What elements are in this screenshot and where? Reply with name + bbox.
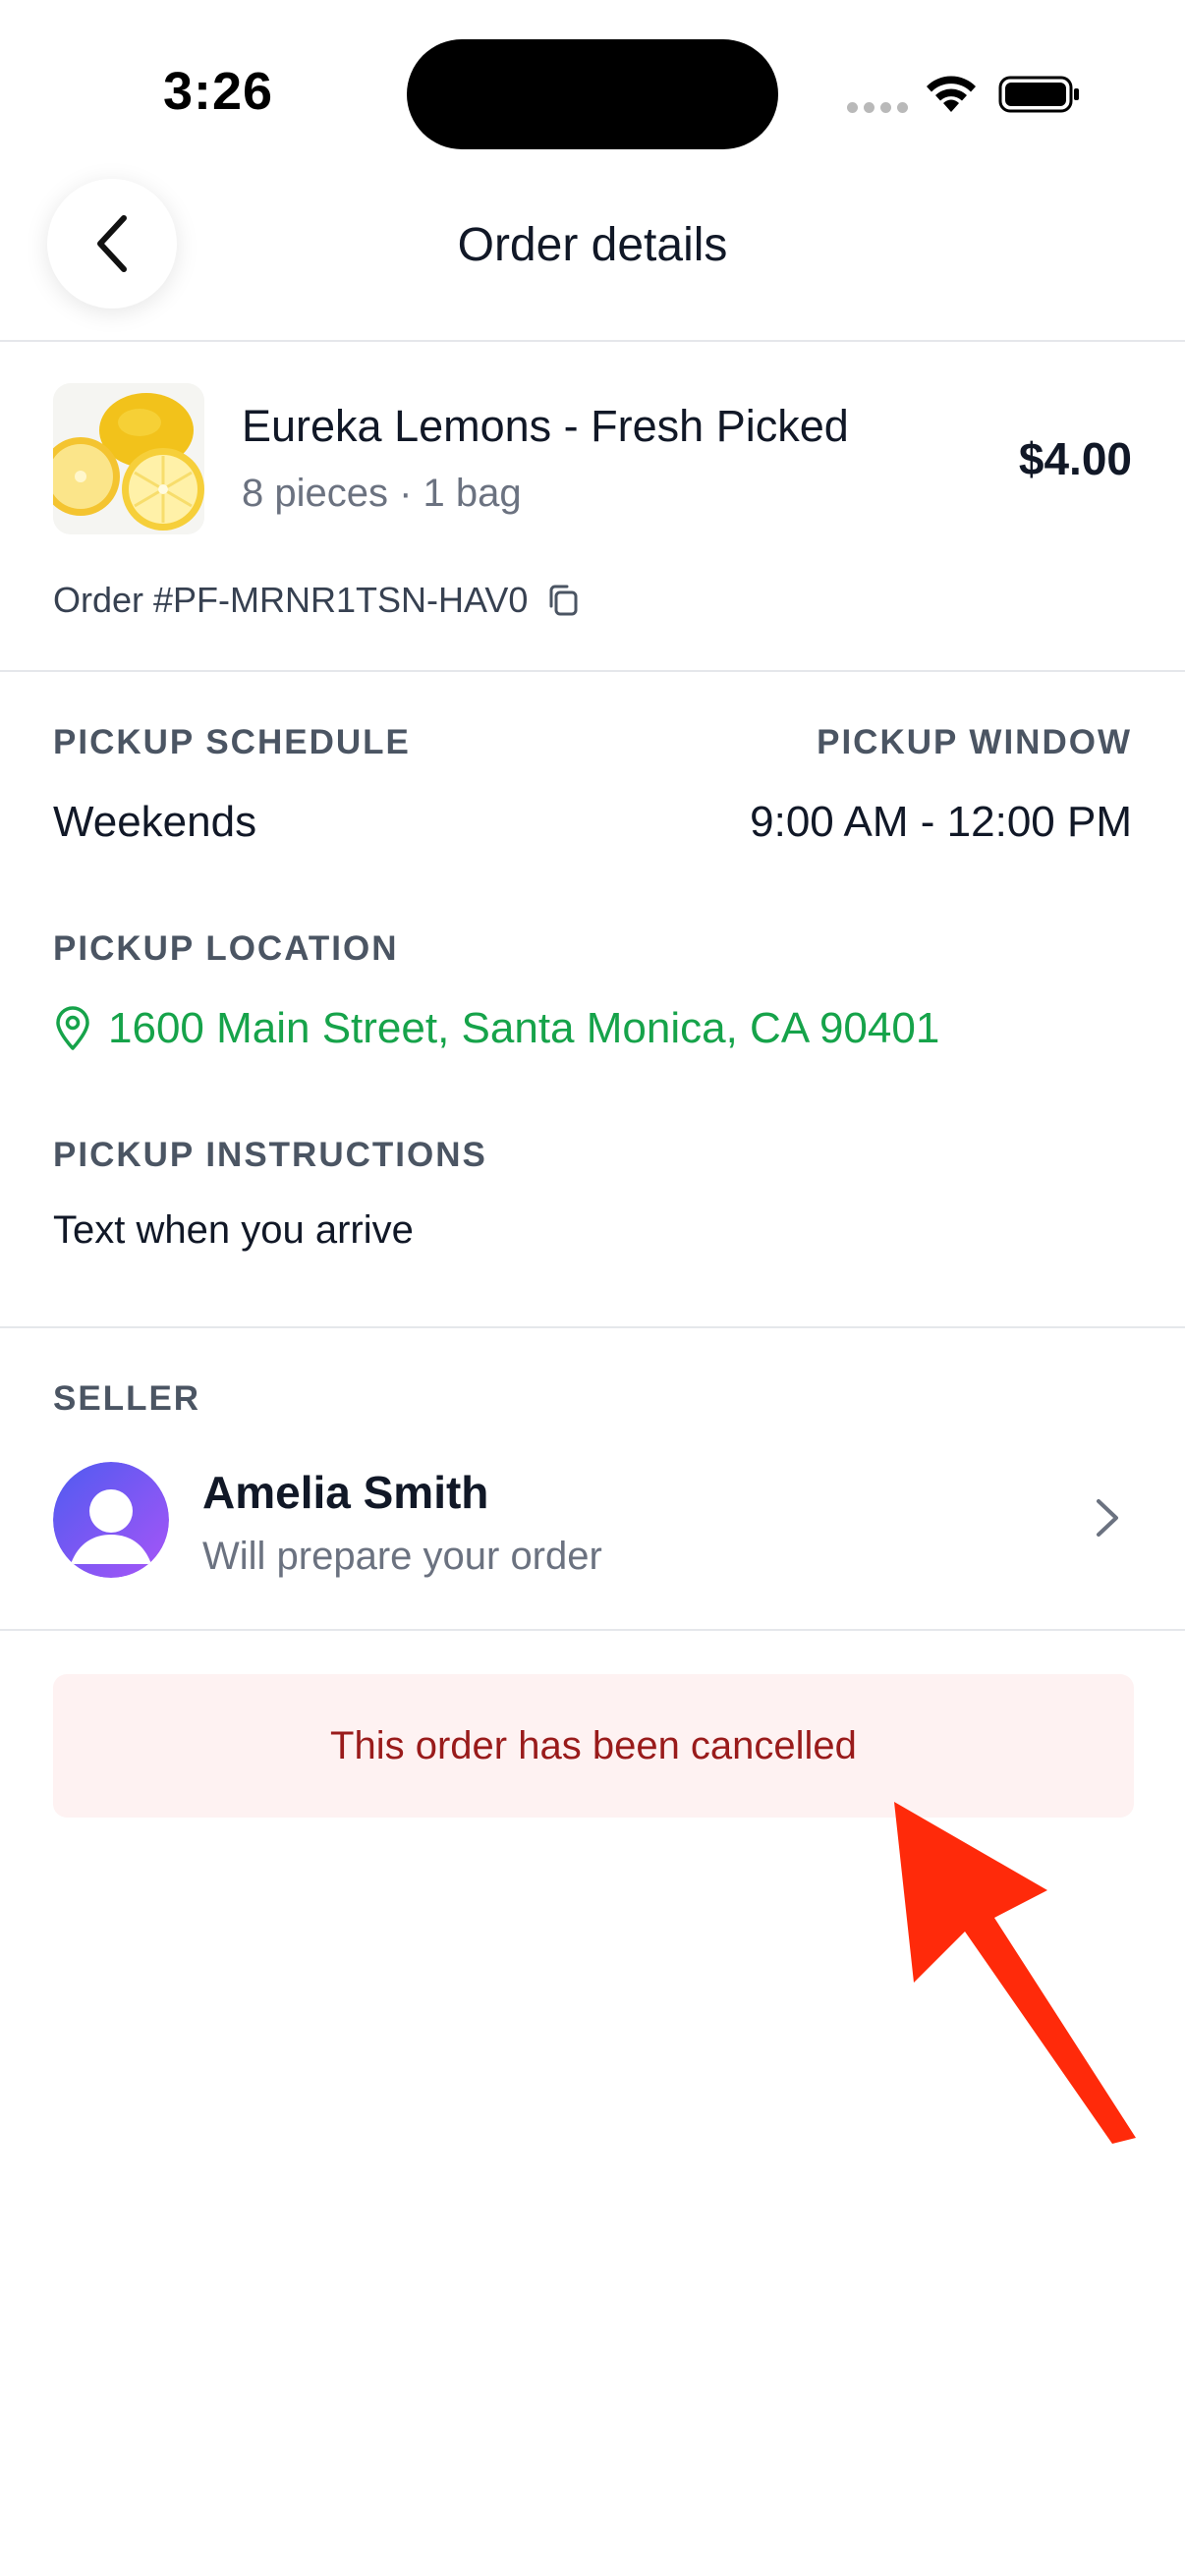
product-name: Eureka Lemons - Fresh Picked [242, 401, 849, 451]
page-title: Order details [457, 219, 728, 271]
dynamic-island [407, 39, 778, 149]
seller-row[interactable]: SELLER Amelia Smith Will prepare your or… [0, 1328, 1185, 1631]
pickup-window-label: PICKUP WINDOW [817, 723, 1132, 761]
copy-icon[interactable] [543, 581, 583, 620]
status-bar: 3:26 [0, 0, 1185, 177]
pickup-instructions-label: PICKUP INSTRUCTIONS [53, 1136, 487, 1174]
chevron-right-icon [1097, 1499, 1118, 1537]
status-time: 3:26 [163, 62, 274, 121]
cellular-signal-icon [847, 102, 908, 113]
seller-label: SELLER [53, 1379, 201, 1418]
order-details-screen: 3:26 Order details Eureka Lemons - Fresh… [0, 0, 1185, 2576]
pickup-location-link[interactable]: 1600 Main Street, Santa Monica, CA 90401 [53, 1004, 939, 1053]
pickup-schedule-value: Weekends [53, 798, 257, 846]
pickup-location-value[interactable]: 1600 Main Street, Santa Monica, CA 90401 [108, 1004, 939, 1053]
seller-name: Amelia Smith [202, 1467, 489, 1518]
map-pin-icon [56, 1006, 89, 1050]
pickup-location-label: PICKUP LOCATION [53, 929, 399, 968]
battery-icon [998, 76, 1079, 113]
pickup-schedule-label: PICKUP SCHEDULE [53, 723, 411, 761]
wifi-icon [927, 76, 976, 112]
avatar [53, 1462, 169, 1578]
order-number-row: Order #PF-MRNR1TSN-HAV0 [53, 580, 583, 621]
pickup-instructions-value: Text when you arrive [53, 1208, 414, 1252]
product-image [53, 383, 204, 534]
product-price: $4.00 [1018, 433, 1132, 484]
cancelled-message: This order has been cancelled [330, 1723, 857, 1767]
order-number: Order #PF-MRNR1TSN-HAV0 [53, 580, 529, 620]
seller-subtitle: Will prepare your order [202, 1535, 602, 1578]
product-quantity: 8 pieces · 1 bag [242, 472, 522, 515]
product-summary: Eureka Lemons - Fresh Picked 8 pieces · … [0, 342, 1185, 672]
annotation-arrow-icon [894, 1802, 1136, 2144]
pickup-window-value: 9:00 AM - 12:00 PM [750, 798, 1132, 846]
nav-bar: Order details [0, 177, 1185, 342]
pickup-details: PICKUP SCHEDULE Weekends PICKUP WINDOW 9… [0, 672, 1185, 1328]
